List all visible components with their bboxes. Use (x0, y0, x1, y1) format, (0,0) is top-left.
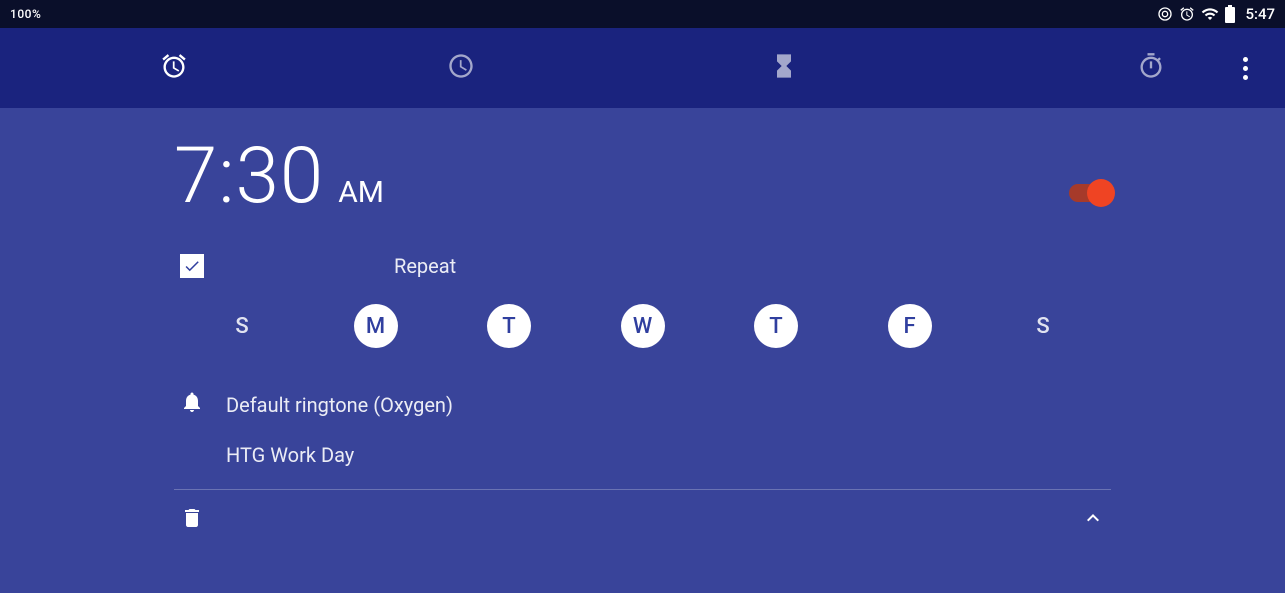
tab-timer[interactable] (623, 28, 946, 108)
alarm-ampm-text: AM (338, 175, 384, 210)
day-wed[interactable]: W (621, 304, 665, 348)
day-sat[interactable]: S (1021, 304, 1065, 348)
day-tue[interactable]: T (487, 304, 531, 348)
day-sun[interactable]: S (220, 304, 264, 348)
tab-clock[interactable] (300, 28, 623, 108)
battery-percent-text: 100% (10, 7, 41, 21)
day-fri[interactable]: F (888, 304, 932, 348)
clock-icon (447, 52, 475, 84)
repeat-checkbox[interactable] (180, 254, 204, 278)
hourglass-icon (770, 52, 798, 84)
repeat-row[interactable]: Repeat (174, 254, 1111, 278)
alarm-detail-panel: 7:30 AM Repeat S M T W T F S Default rin… (0, 108, 1285, 593)
tab-stopwatch[interactable] (945, 28, 1225, 108)
tab-bar (0, 28, 1285, 108)
status-bar: 100% 5:47 (0, 0, 1285, 28)
bottom-actions-row (174, 490, 1111, 534)
days-row: S M T W T F S (174, 304, 1111, 348)
tab-alarm[interactable] (20, 28, 300, 108)
alarm-enable-toggle[interactable] (1069, 184, 1111, 202)
repeat-label: Repeat (394, 254, 456, 278)
alarm-status-icon (1179, 6, 1195, 22)
ringtone-text: Default ringtone (Oxygen) (226, 393, 453, 417)
bell-icon (180, 390, 204, 419)
wifi-icon (1201, 5, 1219, 23)
delete-button[interactable] (180, 506, 204, 534)
battery-icon (1225, 5, 1235, 23)
overflow-menu-button[interactable] (1225, 57, 1265, 80)
alarm-icon (160, 52, 188, 84)
day-mon[interactable]: M (354, 304, 398, 348)
alarm-time-text: 7:30 (174, 138, 324, 216)
status-time: 5:47 (1245, 5, 1275, 23)
alarm-label-text: HTG Work Day (226, 443, 354, 467)
target-icon (1157, 6, 1173, 22)
collapse-button[interactable] (1081, 506, 1105, 534)
stopwatch-icon (1137, 52, 1165, 84)
ringtone-row[interactable]: Default ringtone (Oxygen) (174, 378, 1111, 431)
day-thu[interactable]: T (754, 304, 798, 348)
label-row[interactable]: HTG Work Day (174, 431, 1111, 479)
alarm-time-button[interactable]: 7:30 AM (174, 138, 384, 216)
alarm-time-row: 7:30 AM (174, 138, 1111, 216)
